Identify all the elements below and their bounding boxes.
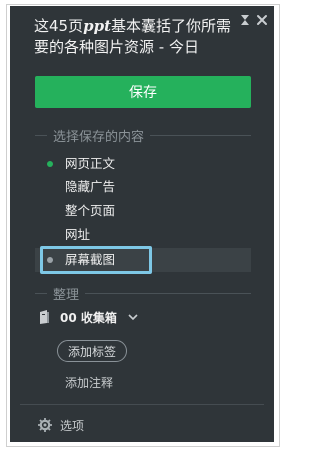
organize-label: 整理 (53, 287, 80, 303)
gear-icon (38, 418, 52, 432)
chevron-down-icon (128, 314, 138, 321)
add-tag-button[interactable]: 添加标签 (57, 340, 128, 362)
title-text-emphasis: ppt (83, 17, 111, 35)
options-label: 选项 (60, 418, 85, 433)
option-label: 网页正文 (65, 156, 116, 171)
options-button[interactable]: 选项 (38, 416, 84, 434)
option-label: 整个页面 (65, 203, 116, 218)
option-full-page[interactable]: 整个页面 (35, 200, 251, 222)
selection-highlight (40, 246, 152, 274)
footer-divider (20, 404, 264, 405)
divider (150, 134, 251, 136)
divider (35, 134, 47, 136)
add-note-link[interactable]: 添加注释 (65, 374, 113, 391)
option-label: 网址 (65, 227, 91, 242)
save-button[interactable]: 保存 (35, 76, 251, 108)
notebook-selector[interactable]: 00 收集箱 (38, 308, 139, 326)
option-article[interactable]: 网页正文 (35, 153, 251, 175)
notebook-label: 00 收集箱 (60, 310, 117, 325)
close-icon[interactable] (256, 14, 268, 26)
option-label: 隐藏广告 (65, 179, 116, 194)
option-url[interactable]: 网址 (35, 224, 251, 246)
title-text-part1: 这45页 (34, 17, 84, 35)
select-content-label: 选择保存的内容 (53, 129, 145, 145)
page-title: 这45页ppt基本囊括了你所需要的各种图片资源 - 今日 (34, 16, 239, 58)
pin-icon[interactable] (239, 14, 251, 26)
active-dot-icon (47, 161, 53, 167)
organize-heading: 整理 (35, 284, 251, 303)
option-hide-ads[interactable]: 隐藏广告 (35, 176, 251, 198)
divider (35, 292, 47, 294)
web-clipper-panel: 这45页ppt基本囊括了你所需要的各种图片资源 - 今日 保存 选择保存的内容 … (10, 6, 274, 442)
select-content-heading: 选择保存的内容 (35, 126, 251, 145)
notebook-icon (40, 310, 49, 324)
divider (85, 292, 251, 294)
